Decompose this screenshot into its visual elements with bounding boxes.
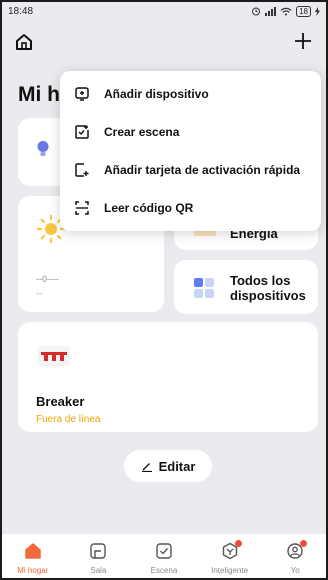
quick-card-icon [75, 163, 89, 177]
add-button[interactable] [290, 28, 316, 54]
tab-inteligente[interactable]: Inteligente [200, 540, 260, 575]
battery-icon: 18 [296, 5, 311, 17]
tab-label: Sala [90, 566, 107, 575]
notification-badge [234, 540, 242, 547]
device-status: Fuera de línea [36, 414, 101, 425]
devices-grid-icon [194, 278, 214, 298]
menu-item-add-device[interactable]: Añadir dispositivo [60, 75, 321, 113]
create-scene-icon [75, 125, 89, 139]
all-devices-label: Todos los dispositivos [230, 273, 306, 303]
edit-button[interactable]: Editar [124, 450, 212, 482]
signal-icon [265, 6, 277, 16]
all-devices-card[interactable]: Todos los dispositivos [174, 260, 318, 314]
room-tab-icon [90, 543, 107, 559]
breaker-logo-icon [38, 346, 70, 366]
menu-item-label: Añadir tarjeta de activación rápida [104, 163, 301, 177]
alarm-icon [252, 7, 261, 16]
weather-detail: -- [36, 288, 42, 298]
tab-label: Escena [150, 566, 178, 575]
tab-yo[interactable]: Yo [265, 540, 325, 575]
page-title[interactable]: Mi h [18, 83, 60, 107]
device-name: Breaker [36, 394, 85, 409]
edit-label: Editar [158, 458, 196, 474]
scan-qr-icon [75, 201, 89, 215]
plus-icon [295, 33, 311, 49]
breaker-device-card[interactable]: Breaker Fuera de línea [18, 322, 318, 432]
add-menu-popup: Añadir dispositivo Crear escena Añadir t… [60, 71, 321, 231]
tab-label: Inteligente [211, 566, 249, 575]
bulb-icon [37, 141, 49, 156]
menu-item-label: Crear escena [104, 125, 180, 139]
menu-item-label: Leer código QR [104, 201, 194, 215]
tab-mi-hogar[interactable]: Mi hogar [3, 542, 63, 575]
me-tab-icon [286, 540, 308, 560]
tab-sala[interactable]: Sala [68, 542, 128, 575]
wifi-icon [280, 7, 292, 15]
tab-escena[interactable]: Escena [134, 542, 194, 575]
menu-item-label: Añadir dispositivo [104, 87, 209, 101]
tab-label: Mi hogar [17, 566, 49, 575]
status-bar: 18:48 18 [0, 0, 328, 22]
status-time: 18:48 [8, 5, 34, 17]
smart-tab-icon [221, 540, 242, 560]
menu-item-scan-qr[interactable]: Leer código QR [60, 189, 321, 227]
notification-badge [300, 540, 308, 547]
charging-icon [315, 6, 320, 16]
home-icon[interactable] [14, 32, 34, 52]
tab-label: Yo [290, 566, 300, 575]
weather-value: --0---- [36, 274, 59, 284]
edit-icon [141, 463, 152, 472]
home-tab-icon [25, 543, 41, 559]
bottom-nav: Mi hogar Sala Escena Inteligente Yo [0, 534, 328, 580]
menu-item-create-scene[interactable]: Crear escena [60, 113, 321, 151]
add-device-icon [75, 87, 89, 101]
scene-tab-icon [156, 543, 172, 559]
menu-item-quick-card[interactable]: Añadir tarjeta de activación rápida [60, 151, 321, 189]
status-icons: 18 [251, 5, 320, 17]
